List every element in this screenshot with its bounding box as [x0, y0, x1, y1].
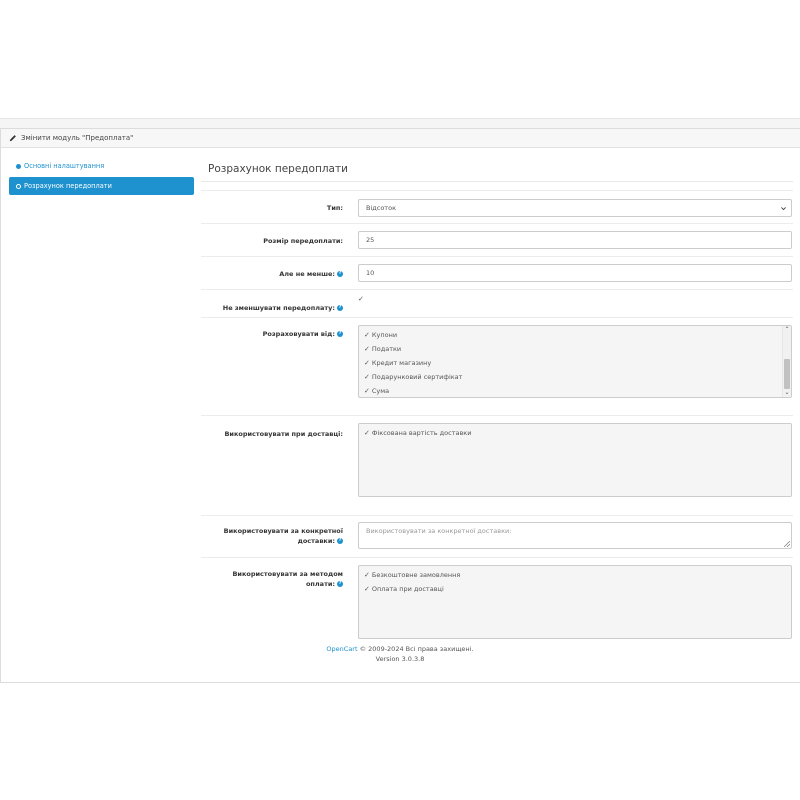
pencil-icon	[9, 135, 16, 142]
page-background: Змінити модуль "Предоплата" Основні нала…	[0, 118, 800, 683]
minimum-value: 10	[366, 269, 375, 277]
payment-method-label-line1: Використовувати за методом	[232, 570, 343, 578]
opencart-link[interactable]: OpenCart	[326, 645, 357, 653]
type-select[interactable]: Відсоток	[358, 199, 792, 217]
check-icon: ✓	[364, 331, 370, 339]
section-title: Розрахунок передоплати	[201, 156, 793, 182]
list-item-label: Подарунковий сертифікат	[371, 373, 463, 381]
payment-method-label: Використовувати за методом оплати:?	[203, 569, 343, 589]
list-item[interactable]: ✓ Подарунковий сертифікат	[359, 370, 791, 384]
module-panel: Змінити модуль "Предоплата" Основні нала…	[0, 128, 800, 683]
list-item-label: Купони	[371, 331, 398, 339]
chevron-down-icon[interactable]: ⌄	[783, 389, 791, 397]
check-icon: ✓	[364, 345, 370, 353]
list-item-label: Кредит магазину	[371, 359, 432, 367]
copyright-text: © 2009-2024 Всі права захищені.	[357, 645, 474, 653]
use-on-shipping-list[interactable]: ✓ Фіксована вартість доставки	[358, 423, 792, 497]
sidebar-item-label: Розрахунок передоплати	[24, 182, 112, 190]
form-row-payment-method: Використовувати за методом оплати:? ✓ Безк…	[201, 557, 793, 647]
form-row-use-on-shipping: Використовувати при доставці: ✓ Фіксована…	[201, 415, 793, 515]
amount-value: 25	[366, 236, 375, 244]
form-row-calculate-from: Розраховувати від:? ✓ Купони ✓ Податки ✓ Кр…	[201, 317, 793, 415]
footer-version: Version 3.0.3.8	[375, 655, 425, 663]
payment-method-label-line2: оплати:	[305, 580, 335, 588]
check-icon: ✓	[364, 429, 370, 437]
list-item[interactable]: ✓ Кредит магазину	[359, 356, 791, 370]
chevron-down-icon	[781, 207, 786, 211]
calculate-from-label-text: Розраховувати від:	[262, 330, 335, 338]
page-footer: OpenCart © 2009-2024 Всі права захищені.…	[0, 644, 800, 664]
scrollbar[interactable]: ⌃ ⌄	[782, 326, 791, 397]
list-item[interactable]: ✓ Купони	[359, 328, 791, 342]
minimum-input[interactable]: 10	[358, 264, 792, 282]
list-item-label: Сума	[371, 387, 390, 395]
specific-shipping-label: Використовувати за конкретної доставки:?	[203, 526, 343, 546]
help-icon[interactable]: ?	[337, 331, 343, 337]
specific-shipping-placeholder: Використовувати за конкретної доставки:	[366, 527, 512, 535]
panel-heading: Змінити модуль "Предоплата"	[1, 129, 800, 148]
resize-handle-icon[interactable]	[784, 541, 790, 547]
calculate-from-list[interactable]: ✓ Купони ✓ Податки ✓ Кредит магазину ✓ Подар…	[358, 325, 792, 398]
circle-outline-icon	[16, 183, 21, 189]
amount-input[interactable]: 25	[358, 231, 792, 249]
check-icon: ✓	[364, 373, 370, 381]
specific-shipping-textarea[interactable]: Використовувати за конкретної доставки:	[358, 522, 792, 549]
help-icon[interactable]: ?	[337, 538, 343, 544]
no-decrease-label: Не зменшувати передоплату:?	[203, 303, 343, 313]
list-item-label: Податки	[371, 345, 402, 353]
specific-shipping-label-line1: Використовувати за конкретної	[223, 527, 343, 535]
form-row-amount: Розмір передоплати: 25	[201, 223, 793, 256]
list-item-label: Фіксована вартість доставки	[371, 429, 472, 437]
specific-shipping-label-line2: доставки:	[297, 537, 335, 545]
payment-method-list[interactable]: ✓ Безкоштовне замовлення ✓ Оплата при дост…	[358, 565, 792, 639]
minimum-label: Але не менше:?	[203, 269, 343, 279]
no-decrease-label-text: Не зменшувати передоплату:	[222, 304, 335, 312]
sidebar-item-label: Основні налаштування	[24, 162, 105, 170]
settings-sidebar: Основні налаштування Розрахунок передопл…	[9, 157, 194, 197]
form-row-minimum: Але не менше:? 10	[201, 256, 793, 289]
check-icon: ✓	[364, 571, 370, 579]
help-icon[interactable]: ?	[337, 581, 343, 587]
list-item[interactable]: ✓ Сума	[359, 384, 791, 398]
list-item[interactable]: ✓ Податки	[359, 342, 791, 356]
circle-icon	[16, 163, 21, 169]
list-item[interactable]: ✓ Безкоштовне замовлення	[359, 568, 791, 582]
no-decrease-checkbox[interactable]: ✓	[358, 295, 364, 303]
check-icon: ✓	[364, 585, 370, 593]
list-item[interactable]: ✓ Фіксована вартість доставки	[359, 426, 791, 440]
form-row-type: Тип: Відсоток	[201, 190, 793, 224]
panel-title: Змінити модуль "Предоплата"	[21, 134, 134, 142]
check-icon: ✓	[364, 387, 370, 395]
help-icon[interactable]: ?	[337, 305, 343, 311]
amount-label: Розмір передоплати:	[263, 237, 343, 245]
scrollbar-thumb[interactable]	[784, 359, 790, 389]
type-select-value: Відсоток	[366, 204, 396, 212]
sidebar-item-prepayment-calc[interactable]: Розрахунок передоплати	[9, 177, 194, 195]
list-item[interactable]: ✓ Оплата при доставці	[359, 582, 791, 596]
chevron-up-icon[interactable]: ⌃	[783, 326, 791, 334]
calculate-from-label: Розраховувати від:?	[203, 329, 343, 339]
check-icon: ✓	[364, 359, 370, 367]
list-item-label: Безкоштовне замовлення	[371, 571, 461, 579]
form-row-specific-shipping: Використовувати за конкретної доставки:? …	[201, 515, 793, 557]
footer-copyright: OpenCart © 2009-2024 Всі права захищені.	[0, 644, 800, 654]
sidebar-item-general[interactable]: Основні налаштування	[9, 157, 194, 175]
type-label: Тип:	[326, 204, 343, 212]
minimum-label-text: Але не менше:	[279, 270, 335, 278]
use-on-shipping-label: Використовувати при доставці:	[224, 430, 343, 438]
form-content: Розрахунок передоплати Тип: Відсоток Роз…	[201, 156, 800, 639]
list-item-label: Оплата при доставці	[371, 585, 444, 593]
help-icon[interactable]: ?	[337, 271, 343, 277]
form-row-no-decrease: Не зменшувати передоплату:? ✓	[201, 289, 793, 317]
